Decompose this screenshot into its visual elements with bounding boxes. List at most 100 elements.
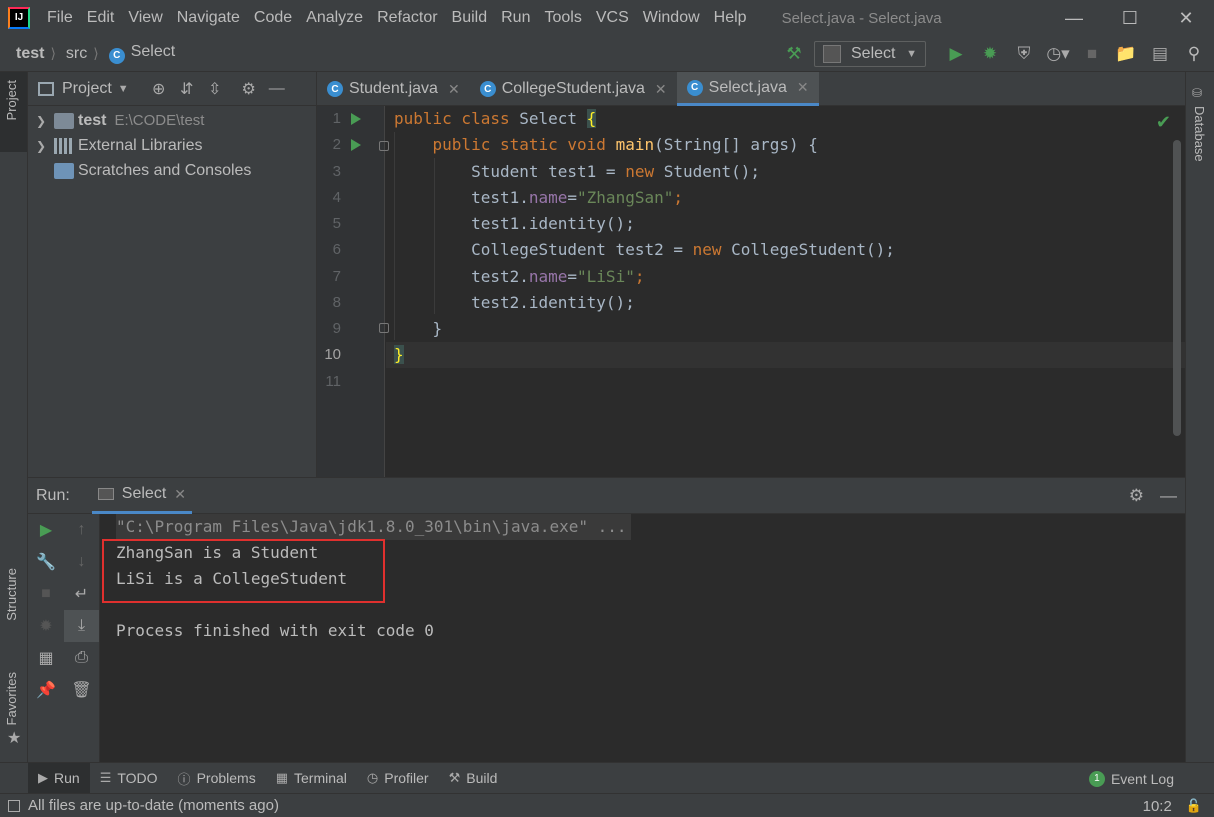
locate-icon[interactable]: ⊕	[145, 79, 173, 99]
menu-window[interactable]: Window	[636, 9, 707, 27]
favorites-tool-tab[interactable]: Favorites	[4, 672, 19, 725]
trash-icon[interactable]: 🗑	[64, 674, 99, 706]
gear-icon[interactable]: ⚙	[1129, 486, 1144, 506]
tab-student-java[interactable]: C Student.java ✕	[317, 72, 470, 106]
editor-scrollbar[interactable]	[1173, 140, 1181, 436]
event-log-button[interactable]: 1 Event Log	[1088, 763, 1174, 794]
structure-tool-tab[interactable]: Structure	[4, 568, 19, 621]
chevron-right-icon[interactable]: ❯	[36, 114, 54, 128]
code-line-5: test1.identity();	[394, 214, 635, 233]
scroll-to-end-icon[interactable]: ⤓	[64, 610, 99, 642]
database-icon: ⛁	[1192, 86, 1203, 100]
menu-navigate[interactable]: Navigate	[170, 9, 247, 27]
line-number: 11	[325, 373, 341, 390]
code-line-1: public class Select {	[394, 109, 597, 128]
caret-position[interactable]: 10:2	[1143, 798, 1172, 815]
tree-item-external-libraries[interactable]: ❯ External Libraries	[28, 133, 316, 158]
breadcrumb-src[interactable]: src	[56, 45, 87, 63]
main-toolbar: ⚒ Select ▼ ▶ ✹ ⛨ ◷▾ ■ 📁 ▤ ⚲	[780, 36, 1214, 72]
fold-icon[interactable]	[379, 141, 389, 151]
close-icon[interactable]: ✕	[448, 81, 460, 98]
menu-edit[interactable]: Edit	[80, 9, 122, 27]
profile-icon[interactable]: ◷▾	[1044, 40, 1072, 68]
bottom-tab-problems[interactable]: ⓘ Problems	[168, 763, 266, 794]
menu-tools[interactable]: Tools	[537, 9, 588, 27]
star-icon[interactable]: ★	[7, 728, 21, 748]
status-message[interactable]: All files are up-to-date (moments ago)	[28, 797, 279, 814]
bottom-tab-run[interactable]: ▶ Run	[28, 762, 90, 794]
build-hammer-icon[interactable]: ⚒	[780, 40, 808, 68]
bottom-tab-terminal[interactable]: ▦ Terminal	[266, 763, 357, 794]
chevron-right-icon[interactable]: ❯	[36, 139, 54, 153]
console-output[interactable]: "C:\Program Files\Java\jdk1.8.0_301\bin\…	[100, 514, 1185, 763]
close-icon[interactable]: ✕	[797, 79, 809, 96]
expand-all-icon[interactable]: ⇵	[173, 79, 201, 99]
line-number: 2	[332, 136, 341, 153]
tab-select-java[interactable]: C Select.java ✕	[676, 72, 819, 106]
menu-refactor[interactable]: Refactor	[370, 9, 444, 27]
menu-file[interactable]: File	[40, 9, 80, 27]
console-exit-line: Process finished with exit code 0	[116, 621, 434, 640]
bottom-tab-profiler[interactable]: ◷ Profiler	[357, 763, 439, 794]
database-tool-tab[interactable]: Database	[1192, 106, 1207, 162]
close-icon[interactable]: ✕	[655, 81, 667, 98]
run-main-gutter-icon[interactable]	[351, 139, 361, 151]
down-arrow-icon[interactable]: ↓	[64, 546, 99, 578]
up-arrow-icon[interactable]: ↑	[64, 514, 99, 546]
no-problems-check-icon[interactable]: ✔	[1156, 112, 1171, 133]
tree-item-scratches[interactable]: Scratches and Consoles	[28, 158, 316, 183]
menu-code[interactable]: Code	[247, 9, 299, 27]
code-editor[interactable]: 1 2 3 4 5 6 7 8 9 10 11 public class Sel…	[317, 106, 1185, 477]
collapse-all-icon[interactable]: ⇳	[201, 79, 229, 99]
stop-icon[interactable]: ■	[28, 578, 64, 610]
project-tool-tab[interactable]: Project	[4, 80, 19, 120]
dump-threads-icon[interactable]: ✹	[28, 610, 64, 642]
tree-item-project[interactable]: ❯ test E:\CODE\test	[28, 108, 316, 133]
print-icon[interactable]: ⎙	[64, 642, 99, 674]
run-class-gutter-icon[interactable]	[351, 113, 361, 125]
close-icon[interactable]: ✕	[174, 486, 186, 503]
menu-build[interactable]: Build	[445, 9, 495, 27]
minimize-button[interactable]: —	[1046, 0, 1102, 36]
breadcrumb-class-label: Select	[130, 43, 176, 61]
breadcrumb-class[interactable]: C Select	[99, 43, 175, 64]
bottom-tab-build[interactable]: ⚒ Build	[439, 763, 508, 794]
line-number: 9	[332, 320, 341, 337]
menu-view[interactable]: View	[121, 9, 169, 27]
run-icon[interactable]: ▶	[942, 40, 970, 68]
chevron-down-icon[interactable]: ▼	[118, 83, 129, 95]
project-panel-title[interactable]: Project	[62, 80, 112, 98]
code-line-8: test2.identity();	[394, 293, 635, 312]
project-structure-icon[interactable]: 📁	[1112, 40, 1140, 68]
maximize-button[interactable]: ☐	[1102, 0, 1158, 36]
close-window-button[interactable]: ✕	[1158, 0, 1214, 36]
breadcrumb-project[interactable]: test	[0, 45, 44, 63]
menu-run[interactable]: Run	[494, 9, 537, 27]
run-configuration-select[interactable]: Select ▼	[814, 41, 926, 67]
run-tab-select[interactable]: Select ✕	[91, 478, 192, 514]
navigation-bar: test ⟩ src ⟩ C Select ⚒ Select ▼ ▶ ✹ ⛨ ◷▾…	[0, 36, 1214, 72]
soft-wrap-icon[interactable]: ↵	[64, 578, 99, 610]
wrench-icon[interactable]: 🔧	[28, 546, 64, 578]
menu-analyze[interactable]: Analyze	[299, 9, 370, 27]
hide-panel-icon[interactable]: —	[263, 80, 291, 98]
tab-collegestudent-java[interactable]: C CollegeStudent.java ✕	[470, 72, 677, 106]
gear-icon[interactable]: ⚙	[235, 79, 263, 99]
menu-help[interactable]: Help	[707, 9, 754, 27]
search-icon[interactable]: ⚲	[1180, 40, 1208, 68]
terminal-toolbar-icon[interactable]: ▤	[1146, 40, 1174, 68]
stop-icon[interactable]: ■	[1078, 40, 1106, 68]
fold-icon[interactable]	[379, 323, 389, 333]
debug-icon[interactable]: ✹	[976, 40, 1004, 68]
rerun-icon[interactable]: ▶	[28, 514, 64, 546]
code-line-3: Student test1 = new Student();	[394, 162, 761, 181]
console-icon	[97, 488, 114, 500]
bottom-tab-todo[interactable]: ☰ TODO	[90, 763, 168, 794]
lock-icon[interactable]: 🔓	[1186, 798, 1202, 814]
tool-windows-toggle-icon[interactable]	[8, 799, 20, 812]
menu-vcs[interactable]: VCS	[589, 9, 636, 27]
hide-panel-icon[interactable]: —	[1160, 486, 1177, 506]
pin-icon[interactable]: 📌	[28, 674, 64, 706]
layout-icon[interactable]: ▦	[28, 642, 64, 674]
coverage-icon[interactable]: ⛨	[1010, 40, 1038, 68]
